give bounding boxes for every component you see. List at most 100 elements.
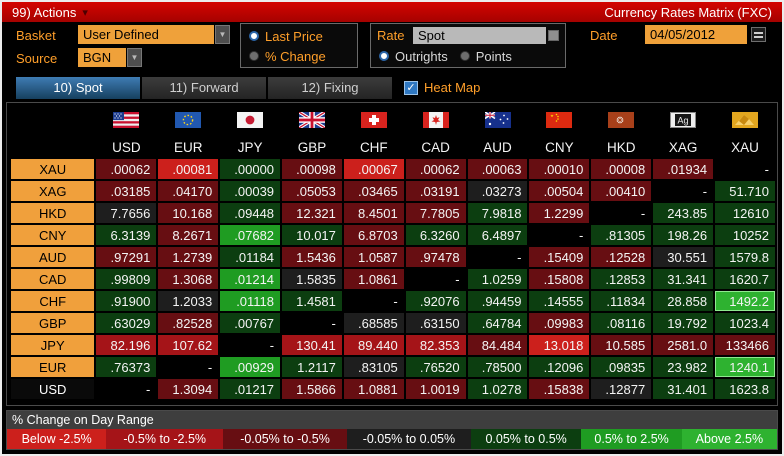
rate-cell-chf-eur[interactable]: 1.2033 [158, 291, 219, 311]
rate-cell-aud-hkd[interactable]: .12528 [591, 247, 652, 267]
rate-cell-gbp-xag[interactable]: 19.792 [653, 313, 714, 333]
rate-cell-xau-chf[interactable]: .00067 [343, 159, 404, 179]
rate-cell-cad-jpy[interactable]: .01214 [220, 269, 281, 289]
row-header-cny[interactable]: CNY [11, 225, 95, 245]
rate-cell-gbp-cny[interactable]: .09983 [529, 313, 590, 333]
rate-cell-aud-cad[interactable]: .97478 [405, 247, 466, 267]
rate-cell-xau-eur[interactable]: .00081 [158, 159, 219, 179]
rate-cell-usd-aud[interactable]: 1.0278 [467, 379, 528, 399]
rate-cell-eur-xag[interactable]: 23.982 [653, 357, 714, 377]
rate-cell-eur-gbp[interactable]: 1.2117 [282, 357, 342, 377]
rate-cell-xag-eur[interactable]: .04170 [158, 181, 219, 201]
rate-cell-jpy-cny[interactable]: 13.018 [529, 335, 590, 355]
rate-cell-xau-hkd[interactable]: .00008 [591, 159, 652, 179]
rate-cell-usd-usd[interactable]: - [96, 379, 157, 399]
rate-cell-gbp-eur[interactable]: .82528 [158, 313, 219, 333]
rate-cell-gbp-gbp[interactable]: - [282, 313, 342, 333]
rate-cell-hkd-eur[interactable]: 10.168 [158, 203, 219, 223]
rate-cell-xag-gbp[interactable]: .05053 [282, 181, 342, 201]
rate-cell-chf-gbp[interactable]: 1.4581 [282, 291, 342, 311]
rate-cell-xag-xau[interactable]: 51.710 [715, 181, 775, 201]
rate-cell-usd-hkd[interactable]: .12877 [591, 379, 652, 399]
rate-cell-hkd-chf[interactable]: 8.4501 [343, 203, 404, 223]
column-header-hkd[interactable]: HKD [591, 137, 651, 157]
rate-cell-aud-xag[interactable]: 30.551 [653, 247, 714, 267]
rate-cell-cny-chf[interactable]: 6.8703 [343, 225, 404, 245]
rate-cell-hkd-gbp[interactable]: 12.321 [282, 203, 342, 223]
rate-cell-xau-xau[interactable]: - [715, 159, 775, 179]
rate-cell-eur-eur[interactable]: - [158, 357, 219, 377]
row-header-eur[interactable]: EUR [11, 357, 95, 377]
rate-cell-usd-cad[interactable]: 1.0019 [405, 379, 466, 399]
row-header-aud[interactable]: AUD [11, 247, 95, 267]
rate-cell-cad-hkd[interactable]: .12853 [591, 269, 652, 289]
column-header-xau[interactable]: XAU [715, 137, 775, 157]
rate-cell-cad-xag[interactable]: 31.341 [653, 269, 714, 289]
tab-12-fixing[interactable]: 12) Fixing [268, 76, 392, 99]
radio-price-last-price[interactable]: Last Price [241, 26, 357, 46]
rate-cell-cny-hkd[interactable]: .81305 [591, 225, 652, 245]
rate-cell-eur-cad[interactable]: .76520 [405, 357, 466, 377]
rate-cell-eur-xau[interactable]: 1240.1 [715, 357, 775, 377]
rate-cell-jpy-usd[interactable]: 82.196 [96, 335, 157, 355]
rate-cell-cad-gbp[interactable]: 1.5835 [282, 269, 342, 289]
rate-cell-aud-cny[interactable]: .15409 [529, 247, 590, 267]
rate-cell-cad-usd[interactable]: .99809 [96, 269, 157, 289]
rate-cell-xau-usd[interactable]: .00062 [96, 159, 157, 179]
heatmap-toggle[interactable]: ✓ Heat Map [404, 80, 480, 95]
rate-cell-usd-eur[interactable]: 1.3094 [158, 379, 219, 399]
rate-cell-cny-gbp[interactable]: 10.017 [282, 225, 342, 245]
rate-cell-gbp-xau[interactable]: 1023.4 [715, 313, 775, 333]
rate-cell-aud-xau[interactable]: 1579.8 [715, 247, 775, 267]
rate-cell-aud-usd[interactable]: .97291 [96, 247, 157, 267]
basket-dropdown[interactable]: User Defined [78, 25, 214, 44]
rate-cell-jpy-aud[interactable]: 84.484 [467, 335, 528, 355]
rate-cell-usd-jpy[interactable]: .01217 [220, 379, 281, 399]
rate-cell-xag-aud[interactable]: .03273 [467, 181, 528, 201]
rate-cell-eur-hkd[interactable]: .09835 [591, 357, 652, 377]
rate-cell-aud-jpy[interactable]: .01184 [220, 247, 281, 267]
rate-cell-usd-xau[interactable]: 1623.8 [715, 379, 775, 399]
rate-cell-cny-xau[interactable]: 10252 [715, 225, 775, 245]
rate-cell-hkd-cad[interactable]: 7.7805 [405, 203, 466, 223]
rate-cell-cad-chf[interactable]: 1.0861 [343, 269, 404, 289]
rate-cell-gbp-chf[interactable]: .68585 [343, 313, 404, 333]
row-header-jpy[interactable]: JPY [11, 335, 95, 355]
rate-cell-jpy-cad[interactable]: 82.353 [405, 335, 466, 355]
column-header-cad[interactable]: CAD [406, 137, 466, 157]
rate-dropdown-grip-icon[interactable] [548, 30, 559, 41]
rate-cell-jpy-gbp[interactable]: 130.41 [282, 335, 342, 355]
rate-cell-cny-cad[interactable]: 6.3260 [405, 225, 466, 245]
radio-rate-outrights[interactable]: Outrights [371, 46, 448, 66]
rate-cell-gbp-jpy[interactable]: .00767 [220, 313, 281, 333]
rate-cell-cny-usd[interactable]: 6.3139 [96, 225, 157, 245]
rate-cell-chf-chf[interactable]: - [343, 291, 404, 311]
row-header-gbp[interactable]: GBP [11, 313, 95, 333]
row-header-usd[interactable]: USD [11, 379, 95, 399]
date-field[interactable]: 04/05/2012 [645, 25, 747, 44]
calendar-icon[interactable] [751, 27, 766, 42]
rate-cell-aud-aud[interactable]: - [467, 247, 528, 267]
rate-cell-chf-hkd[interactable]: .11834 [591, 291, 652, 311]
rate-cell-eur-chf[interactable]: .83105 [343, 357, 404, 377]
rate-cell-chf-jpy[interactable]: .01118 [220, 291, 281, 311]
rate-cell-hkd-xag[interactable]: 243.85 [653, 203, 714, 223]
rate-cell-xag-jpy[interactable]: .00039 [220, 181, 281, 201]
rate-cell-cad-aud[interactable]: 1.0259 [467, 269, 528, 289]
rate-cell-cad-eur[interactable]: 1.3068 [158, 269, 219, 289]
rate-cell-cad-cad[interactable]: - [405, 269, 466, 289]
rate-cell-xag-xag[interactable]: - [653, 181, 714, 201]
rate-cell-chf-usd[interactable]: .91900 [96, 291, 157, 311]
rate-cell-xau-cad[interactable]: .00062 [405, 159, 466, 179]
row-header-xag[interactable]: XAG [11, 181, 95, 201]
rate-cell-hkd-usd[interactable]: 7.7656 [96, 203, 157, 223]
column-header-usd[interactable]: USD [96, 137, 156, 157]
rate-cell-cny-cny[interactable]: - [529, 225, 590, 245]
rate-cell-gbp-aud[interactable]: .64784 [467, 313, 528, 333]
source-dropdown[interactable]: BGN [78, 48, 126, 67]
column-header-gbp[interactable]: GBP [282, 137, 342, 157]
rate-cell-cny-jpy[interactable]: .07682 [220, 225, 281, 245]
column-header-aud[interactable]: AUD [468, 137, 528, 157]
rate-cell-jpy-chf[interactable]: 89.440 [343, 335, 404, 355]
actions-menu[interactable]: 99) Actions ▾ [12, 5, 88, 20]
